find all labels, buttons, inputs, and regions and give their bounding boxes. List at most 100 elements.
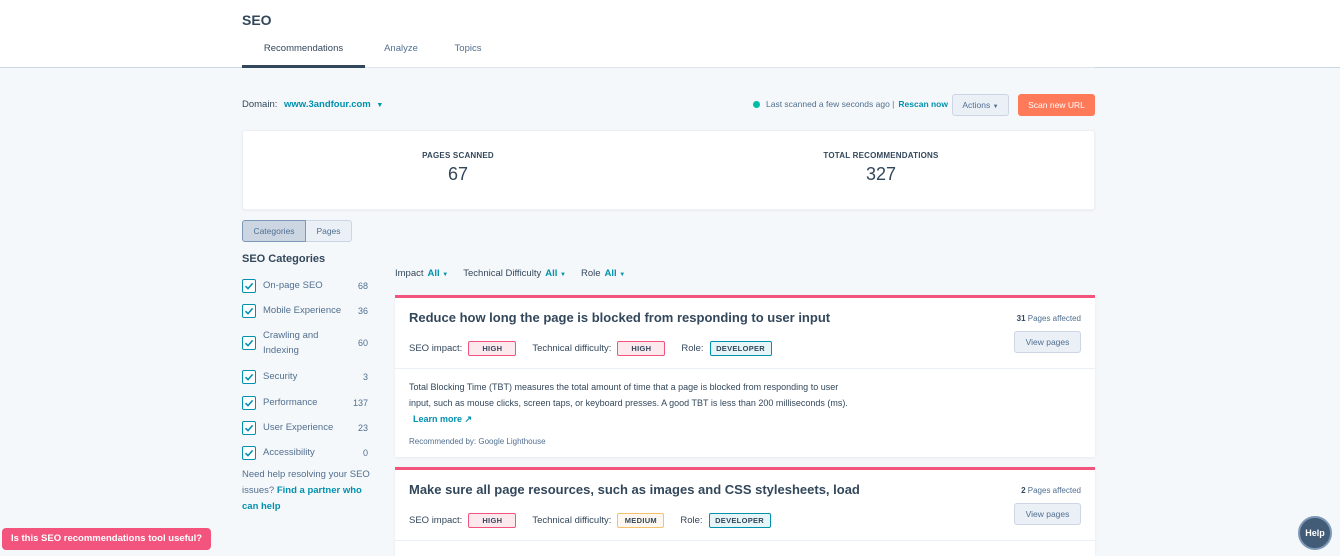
page-title: SEO [242,12,272,28]
recommended-by: Recommended by: Google Lighthouse [409,437,546,446]
category-count: 36 [357,305,368,316]
category-item-crawling-indexing[interactable]: Crawling and Indexing 60 [242,328,368,358]
top-bar: SEO Recommendations Analyze Topics [0,0,1340,68]
checkbox-checked-icon[interactable] [242,278,256,293]
seo-impact-label: SEO impact: [409,343,463,354]
checkbox-checked-icon[interactable] [242,445,256,460]
filter-value: All [545,268,558,279]
chevron-down-icon: ▼ [376,102,384,109]
view-pages-button[interactable]: View pages [1014,331,1081,353]
view-toggle: Categories Pages [242,220,352,242]
role-badge: DEVELOPER [709,341,772,356]
chevron-down-icon: ▼ [442,272,449,278]
technical-difficulty-filter[interactable]: Technical Difficulty All ▼ [463,268,566,279]
pages-affected-count: 2 [1021,486,1026,495]
pages-affected-label: Pages affected [1027,486,1081,495]
pages-scanned-stat: PAGES SCANNED 67 [358,151,558,185]
filter-label: Technical Difficulty [463,268,542,279]
pages-scanned-label: PAGES SCANNED [422,151,494,160]
total-recommendations-value: 327 [865,164,897,184]
pages-affected: 31 Pages affected [1017,314,1081,323]
pages-scanned-value: 67 [447,164,469,184]
chevron-down-icon: ▼ [992,104,999,110]
recommendation-meta: SEO impact: HIGH Technical difficulty: H… [409,341,788,356]
chevron-down-icon: ▼ [619,272,626,278]
category-count: 23 [357,422,368,433]
category-label: Mobile Experience [263,305,342,316]
pages-affected-label: Pages affected [1027,314,1081,323]
rescan-link[interactable]: Rescan now [898,99,948,109]
filter-value: All [604,268,617,279]
last-scanned-text: Last scanned a few seconds ago | [766,99,895,109]
pages-affected-count: 31 [1016,314,1026,323]
recommendation-title: Make sure all page resources, such as im… [409,482,860,497]
tab-topics[interactable]: Topics [442,38,494,68]
learn-more-label: Learn more [413,414,463,424]
category-label: Performance [263,397,318,408]
category-count: 137 [352,397,368,408]
chevron-down-icon: ▼ [560,272,566,278]
tab-recommendations[interactable]: Recommendations [242,38,365,68]
tab-analyze[interactable]: Analyze [372,38,430,68]
learn-more-link[interactable]: Learn more ↗ [413,414,472,424]
category-item-user-experience[interactable]: User Experience 23 [242,420,368,435]
partner-help-text: Need help resolving your SEO issues? Fin… [242,467,377,515]
checkbox-checked-icon[interactable] [242,336,256,350]
seo-impact-badge: HIGH [468,513,517,528]
technical-difficulty-label: Technical difficulty: [532,515,612,526]
help-button[interactable]: Help [1298,516,1332,550]
category-item-accessibility[interactable]: Accessibility 0 [242,445,368,460]
seo-impact-label: SEO impact: [409,515,463,526]
stats-card: PAGES SCANNED 67 TOTAL RECOMMENDATIONS 3… [242,130,1095,210]
feedback-button[interactable]: Is this SEO recommendations tool useful? [2,528,211,550]
card-divider [395,368,1095,369]
impact-filter[interactable]: Impact All ▼ [395,268,448,279]
domain-dropdown[interactable]: www.3andfour.com [284,99,371,110]
recommendation-description: Total Blocking Time (TBT) measures the t… [409,379,859,427]
recommendation-card: Make sure all page resources, such as im… [395,467,1095,556]
category-item-performance[interactable]: Performance 137 [242,395,368,410]
category-label: Security [263,371,298,382]
filter-label: Impact [395,268,424,279]
recommendation-meta: SEO impact: HIGH Technical difficulty: M… [409,513,787,528]
scan-new-url-button[interactable]: Scan new URL [1018,94,1095,116]
role-label: Role: [680,515,703,526]
seo-impact-badge: HIGH [468,341,517,356]
category-item-on-page-seo[interactable]: On-page SEO 68 [242,278,368,293]
category-item-security[interactable]: Security 3 [242,369,368,384]
technical-difficulty-label: Technical difficulty: [532,343,612,354]
actions-button[interactable]: Actions ▼ [952,94,1009,116]
status-dot-icon [753,100,760,108]
domain-selector: Domain: www.3andfour.com ▼ [242,99,383,110]
card-divider [395,540,1095,541]
actions-label: Actions [962,100,991,110]
role-badge: DEVELOPER [708,513,771,528]
role-label: Role: [681,343,704,354]
domain-label: Domain: [242,99,278,110]
technical-difficulty-badge: HIGH [617,341,666,356]
category-label: Crawling and Indexing [263,330,319,356]
role-filter[interactable]: Role All ▼ [581,268,625,279]
category-count: 68 [357,280,368,291]
pages-toggle-button[interactable]: Pages [306,220,352,242]
categories-toggle-button[interactable]: Categories [242,220,306,242]
view-pages-button[interactable]: View pages [1014,503,1081,525]
scan-status: Last scanned a few seconds ago | Rescan … [753,99,948,109]
category-label: User Experience [263,422,334,433]
category-count: 0 [362,447,368,458]
category-item-mobile-experience[interactable]: Mobile Experience 36 [242,303,368,318]
category-count: 3 [362,371,368,382]
recommendation-card: Reduce how long the page is blocked from… [395,295,1095,457]
category-label: Accessibility [263,447,315,458]
checkbox-checked-icon[interactable] [242,303,256,318]
total-recommendations-label: TOTAL RECOMMENDATIONS [823,151,939,160]
seo-categories-title: SEO Categories [242,253,326,265]
checkbox-checked-icon[interactable] [242,369,256,384]
pages-affected: 2 Pages affected [1021,486,1081,495]
filter-label: Role [580,268,601,279]
filter-bar: Impact All ▼ Technical Difficulty All ▼ Ro… [395,268,640,279]
description-text: Total Blocking Time (TBT) measures the t… [409,382,848,408]
total-recommendations-stat: TOTAL RECOMMENDATIONS 327 [781,151,981,185]
checkbox-checked-icon[interactable] [242,420,256,435]
checkbox-checked-icon[interactable] [242,395,256,410]
